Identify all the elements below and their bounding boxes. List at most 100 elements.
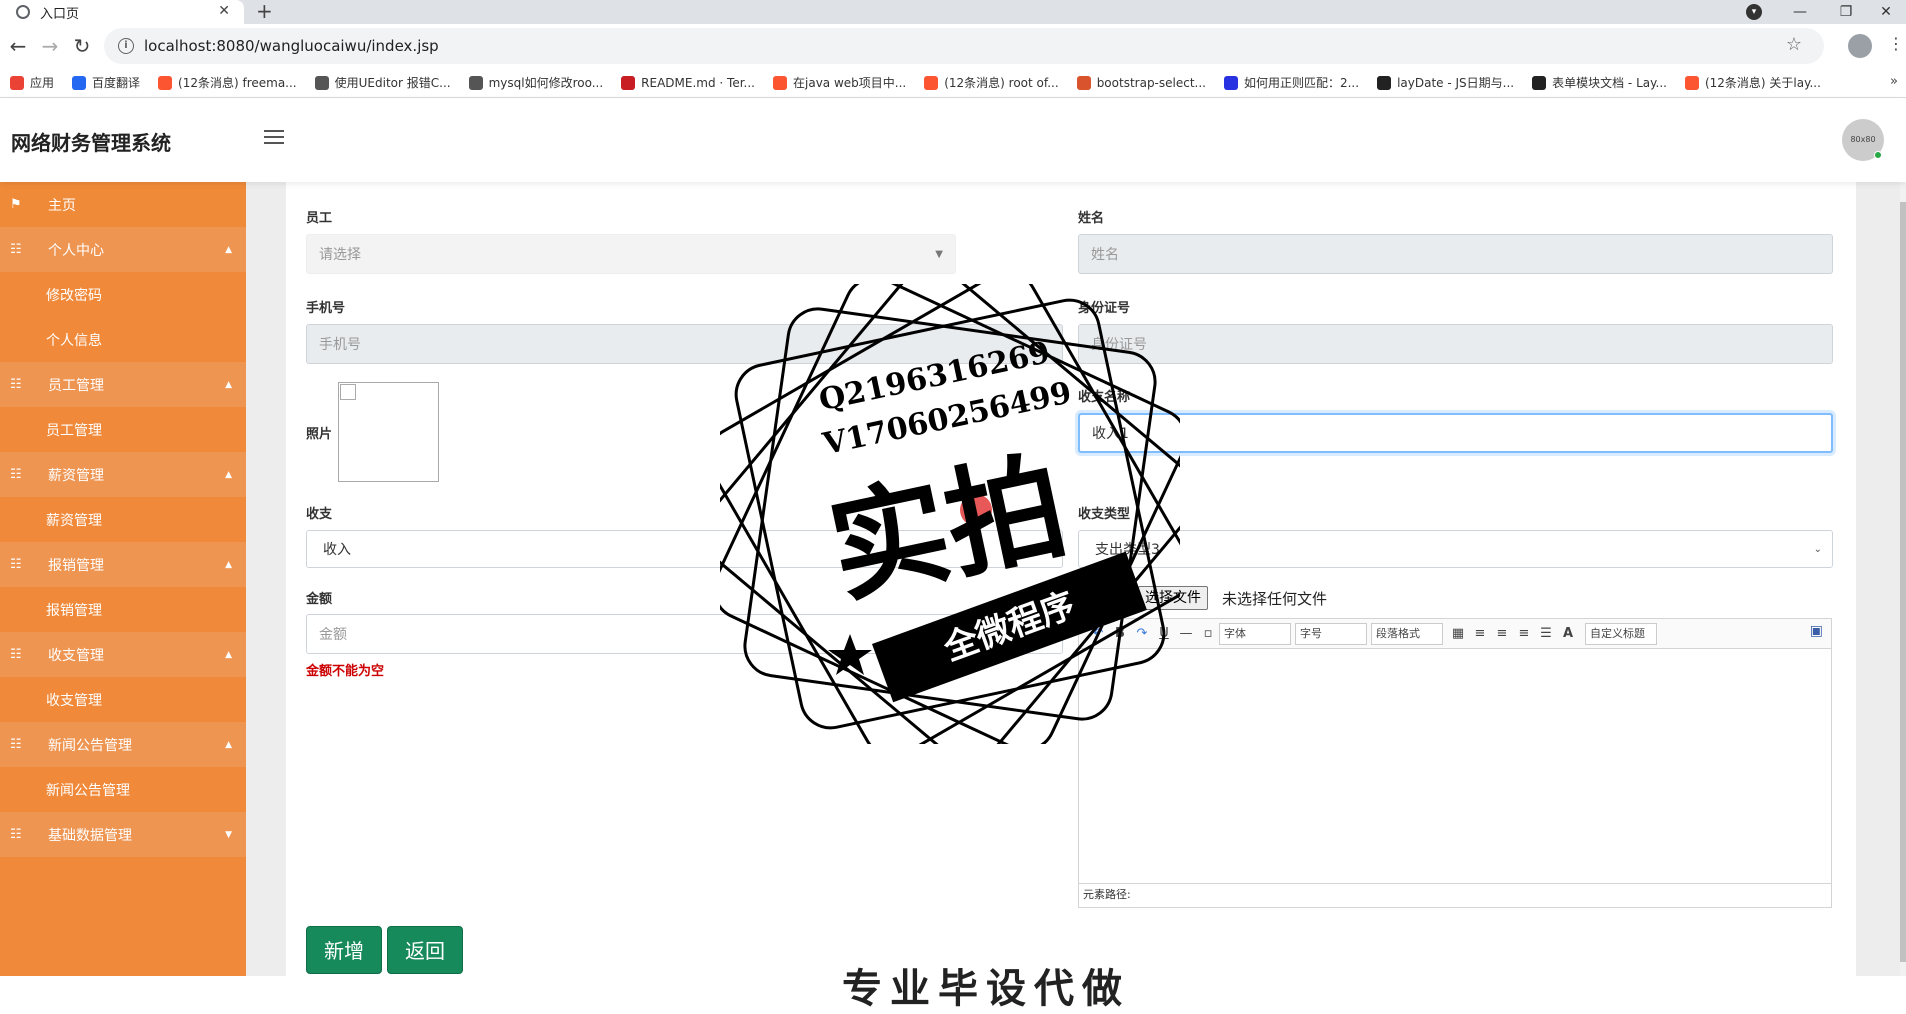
sidebar-item-label: 新闻公告管理 xyxy=(46,782,130,799)
bookmark-item[interactable]: 表单模块文档 - Lay... xyxy=(1532,74,1667,91)
bookmark-item[interactable]: README.md · Ter... xyxy=(621,75,755,90)
scribd-icon xyxy=(468,75,483,90)
align-left-icon[interactable]: ≡ xyxy=(1469,626,1491,641)
txn-name-label: 收支名称 xyxy=(1078,390,1131,405)
sidebar-item-home[interactable]: ⚑ 主页 xyxy=(0,182,246,227)
direction-select[interactable]: 收入 ⌄ xyxy=(306,530,1063,568)
sidebar-subitem[interactable]: 员工管理 xyxy=(0,407,246,452)
sidebar-subitem[interactable]: 个人信息 xyxy=(0,317,246,362)
bold-icon[interactable]: B xyxy=(1109,626,1131,641)
fullscreen-icon[interactable]: ▣ xyxy=(1810,623,1823,639)
address-url[interactable]: localhost:8080/wangluocaiwu/index.jsp xyxy=(144,37,439,55)
bookmark-item[interactable]: layDate - JS日期与... xyxy=(1377,74,1514,91)
sidebar-group[interactable]: ☷ 收支管理 ▲ xyxy=(0,632,246,677)
font-size-combo[interactable]: 字号 xyxy=(1295,622,1367,645)
sidebar-group[interactable]: ☷ 员工管理 ▲ xyxy=(0,362,246,407)
align-right-icon[interactable]: ≡ xyxy=(1491,626,1513,641)
sidebar-group[interactable]: ☷ 薪资管理 ▲ xyxy=(0,452,246,497)
employee-select[interactable]: 请选择 ▼ xyxy=(306,234,956,274)
new-tab-button[interactable]: + xyxy=(256,0,273,22)
browser-menu-icon[interactable]: ⋮ xyxy=(1888,34,1904,53)
sidebar-group[interactable]: ☷ 个人中心 ▲ xyxy=(0,227,246,272)
bookmark-label: (12条消息) root of... xyxy=(944,76,1059,90)
underline-icon[interactable]: U xyxy=(1153,626,1175,641)
clear-doc-icon[interactable]: ▫ xyxy=(1197,626,1219,641)
sidebar-group[interactable]: ☷ 新闻公告管理 ▲ xyxy=(0,722,246,767)
account-icon[interactable] xyxy=(1848,34,1872,58)
apps-icon xyxy=(10,75,24,90)
undo-icon[interactable]: ↶ xyxy=(1087,626,1109,641)
name-field-placeholder: 姓名 xyxy=(1091,247,1119,263)
name-label: 姓名 xyxy=(1078,211,1105,226)
bookmark-item[interactable]: (12条消息) 关于lay... xyxy=(1684,74,1821,91)
sidebar-subitem[interactable]: 薪资管理 xyxy=(0,497,246,542)
avatar[interactable]: 80x80 xyxy=(1842,119,1884,161)
sidebar-subitem[interactable]: 新闻公告管理 xyxy=(0,767,246,812)
phone-field[interactable]: 手机号 xyxy=(306,324,1063,364)
chevron-down-icon: ⌄ xyxy=(1813,543,1822,555)
txn-type-label: 收支类型 xyxy=(1078,507,1131,522)
restore-icon[interactable]: ❐ xyxy=(1826,0,1866,24)
tab-search-icon[interactable]: ▾ xyxy=(1746,4,1762,20)
bookmark-star-icon[interactable]: ☆ xyxy=(1786,34,1802,55)
sidebar-subitem[interactable]: 修改密码 xyxy=(0,272,246,317)
bookmark-item[interactable]: (12条消息) freema... xyxy=(158,74,297,91)
window-close-icon[interactable]: ✕ xyxy=(1866,0,1906,24)
csdn-icon xyxy=(924,75,939,90)
custom-title-combo[interactable]: 自定义标题 xyxy=(1585,622,1657,645)
sidebar-subitem[interactable]: 收支管理 xyxy=(0,677,246,722)
watermark-bottom-text: 专业毕设代做 xyxy=(842,966,1130,1012)
address-bar[interactable]: i localhost:8080/wangluocaiwu/index.jsp … xyxy=(104,28,1824,64)
bookmarks-overflow-icon[interactable]: » xyxy=(1890,74,1898,89)
rich-text-editor[interactable]: ↶ B ↷ U — ▫ 字体 字号 段落格式 ▦ ≡ ≡ ≡ ☰ A 自定义标题… xyxy=(1078,618,1832,908)
name-field[interactable]: 姓名 xyxy=(1078,234,1833,274)
table-icon[interactable]: ▦ xyxy=(1447,626,1469,641)
hamburger-menu-icon[interactable] xyxy=(264,130,284,148)
bookmark-item[interactable]: mysql如何修改roo... xyxy=(468,74,603,91)
bookmark-item[interactable]: 应用 xyxy=(10,74,54,91)
bookmark-label: 应用 xyxy=(30,76,55,90)
horizontal-rule-icon[interactable]: — xyxy=(1175,626,1197,641)
redo-icon[interactable]: ↷ xyxy=(1131,626,1153,641)
tab-title: 入口页 xyxy=(40,6,80,22)
sidebar-group[interactable]: ☷ 基础数据管理 ▼ xyxy=(0,812,246,857)
bookmark-item[interactable]: (12条消息) root of... xyxy=(924,74,1059,91)
bookmark-item[interactable]: 使用UEditor 报错C... xyxy=(314,74,451,91)
bookmark-item[interactable]: 如何用正则匹配：2... xyxy=(1223,74,1359,91)
sidebar-item-label: 薪资管理 xyxy=(48,467,104,484)
editor-toolbar: ↶ B ↷ U — ▫ 字体 字号 段落格式 ▦ ≡ ≡ ≡ ☰ A 自定义标题… xyxy=(1079,619,1831,649)
minimize-icon[interactable]: — xyxy=(1780,0,1820,24)
back-button[interactable]: 返回 xyxy=(387,926,463,974)
font-family-combo[interactable]: 字体 xyxy=(1219,622,1291,645)
reload-icon[interactable]: ↻ xyxy=(68,32,96,60)
amount-field[interactable]: 金额 xyxy=(306,614,1063,654)
sidebar-group[interactable]: ☷ 报销管理 ▲ xyxy=(0,542,246,587)
choose-file-button[interactable]: 选择文件 xyxy=(1138,586,1208,610)
txn-type-select[interactable]: 支出类型3 ⌄ xyxy=(1078,530,1833,568)
browser-tab[interactable]: 入口页 ✕ xyxy=(0,0,244,24)
font-color-icon[interactable]: A xyxy=(1557,626,1579,641)
bookmark-item[interactable]: 在java web项目中... xyxy=(773,74,906,91)
bookmark-label: 使用UEditor 报错C... xyxy=(334,76,451,90)
bookmark-label: layDate - JS日期与... xyxy=(1397,76,1515,90)
grid-icon: ☷ xyxy=(10,242,22,257)
csdn-icon xyxy=(158,75,173,90)
chevron-up-icon: ▲ xyxy=(225,469,232,480)
back-arrow-icon[interactable]: ← xyxy=(4,32,32,60)
info-icon[interactable]: i xyxy=(118,38,134,54)
bookmark-item[interactable]: bootstrap-select... xyxy=(1076,75,1206,90)
page-scrollbar[interactable] xyxy=(1900,182,1906,976)
photo-preview[interactable] xyxy=(338,382,439,482)
bookmark-item[interactable]: 百度翻译 xyxy=(72,74,140,91)
txn-name-field[interactable]: 收入1 xyxy=(1078,413,1833,453)
layui-icon xyxy=(1377,75,1392,90)
forward-arrow-icon[interactable]: → xyxy=(36,32,64,60)
scrollbar-thumb[interactable] xyxy=(1900,202,1906,962)
tab-close-icon[interactable]: ✕ xyxy=(218,3,230,19)
paragraph-combo[interactable]: 段落格式 xyxy=(1371,622,1443,645)
add-button[interactable]: 新增 xyxy=(306,926,382,974)
align-justify-icon[interactable]: ☰ xyxy=(1535,626,1557,641)
sidebar-subitem[interactable]: 报销管理 xyxy=(0,587,246,632)
align-center-icon[interactable]: ≡ xyxy=(1513,626,1535,641)
idcard-field[interactable]: 身份证号 xyxy=(1078,324,1833,364)
